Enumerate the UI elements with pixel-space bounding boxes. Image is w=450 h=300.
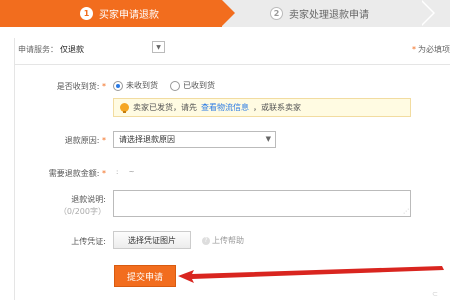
received-radio-group: 未收到货 已收到货 [113, 80, 215, 91]
amount-value: : ~ [116, 168, 139, 176]
amount-label: 需要退款金额: * [48, 169, 106, 178]
arrow-icon [178, 266, 444, 283]
step-1: 1 买家申请退款 [80, 0, 159, 27]
notice-text: 卖家已发货，请先 [133, 103, 197, 112]
step-2-label: 卖家处理退款申请 [289, 10, 369, 21]
upload-label: 上传凭证: [71, 237, 106, 246]
help-icon: ? [202, 236, 210, 245]
step-2: 2 卖家处理退款申请 [270, 0, 369, 27]
choose-image-button[interactable]: 选择凭证图片 [113, 231, 191, 249]
upload-help[interactable]: ? 上传帮助 [202, 235, 244, 246]
form-border [14, 38, 15, 300]
reason-select[interactable]: 请选择退款原因 ▼ [113, 131, 276, 148]
received-label: 是否收到货: * [56, 82, 106, 91]
desc-count: （0/200字） [58, 207, 106, 216]
resize-handle-icon[interactable]: ⋰ [403, 208, 409, 215]
radio-received[interactable]: 已收到货 [170, 80, 215, 91]
service-value: 仅退款 [60, 44, 84, 54]
submit-button[interactable]: 提交申请 [114, 265, 176, 287]
radio-not-received[interactable]: 未收到货 [113, 80, 158, 91]
corner-decoration: ⊂ [432, 290, 438, 298]
divider [14, 64, 450, 65]
desc-label: 退款说明: [71, 195, 106, 204]
shipping-notice: 卖家已发货，请先 查看物流信息 ，或联系卖家 [113, 98, 411, 117]
required-note: * 为必填项 [412, 45, 450, 54]
chevron-down-icon: ▼ [265, 135, 271, 143]
service-label: 申请服务： [18, 44, 58, 54]
radio-not-received-label: 未收到货 [126, 81, 158, 90]
logistics-link[interactable]: 查看物流信息 [201, 102, 249, 113]
reason-select-value: 请选择退款原因 [119, 135, 175, 144]
step-active-arrow [222, 0, 235, 26]
red-arrow-annotation [178, 266, 444, 283]
lightbulb-icon [120, 103, 129, 113]
step-1-label: 买家申请退款 [99, 10, 159, 21]
radio-unchecked-icon[interactable] [170, 80, 180, 91]
notice-text-2: ，或联系卖家 [253, 103, 301, 112]
radio-checked-icon[interactable] [113, 80, 123, 91]
step-1-number: 1 [80, 7, 93, 20]
service-row: 申请服务： 仅退款 ▼ * 为必填项 [14, 38, 450, 60]
step-2-number: 2 [270, 7, 283, 20]
chevron-down-icon: ▼ [156, 43, 161, 51]
radio-received-label: 已收到货 [183, 81, 215, 90]
service-dropdown[interactable]: ▼ [152, 41, 165, 53]
step-separator-inner [420, 0, 433, 26]
progress-steps: 1 买家申请退款 2 卖家处理退款申请 [0, 0, 450, 27]
desc-textarea[interactable]: ⋰ [113, 190, 411, 217]
reason-label: 退款原因: * [64, 136, 106, 145]
upload-help-label: 上传帮助 [212, 236, 244, 245]
